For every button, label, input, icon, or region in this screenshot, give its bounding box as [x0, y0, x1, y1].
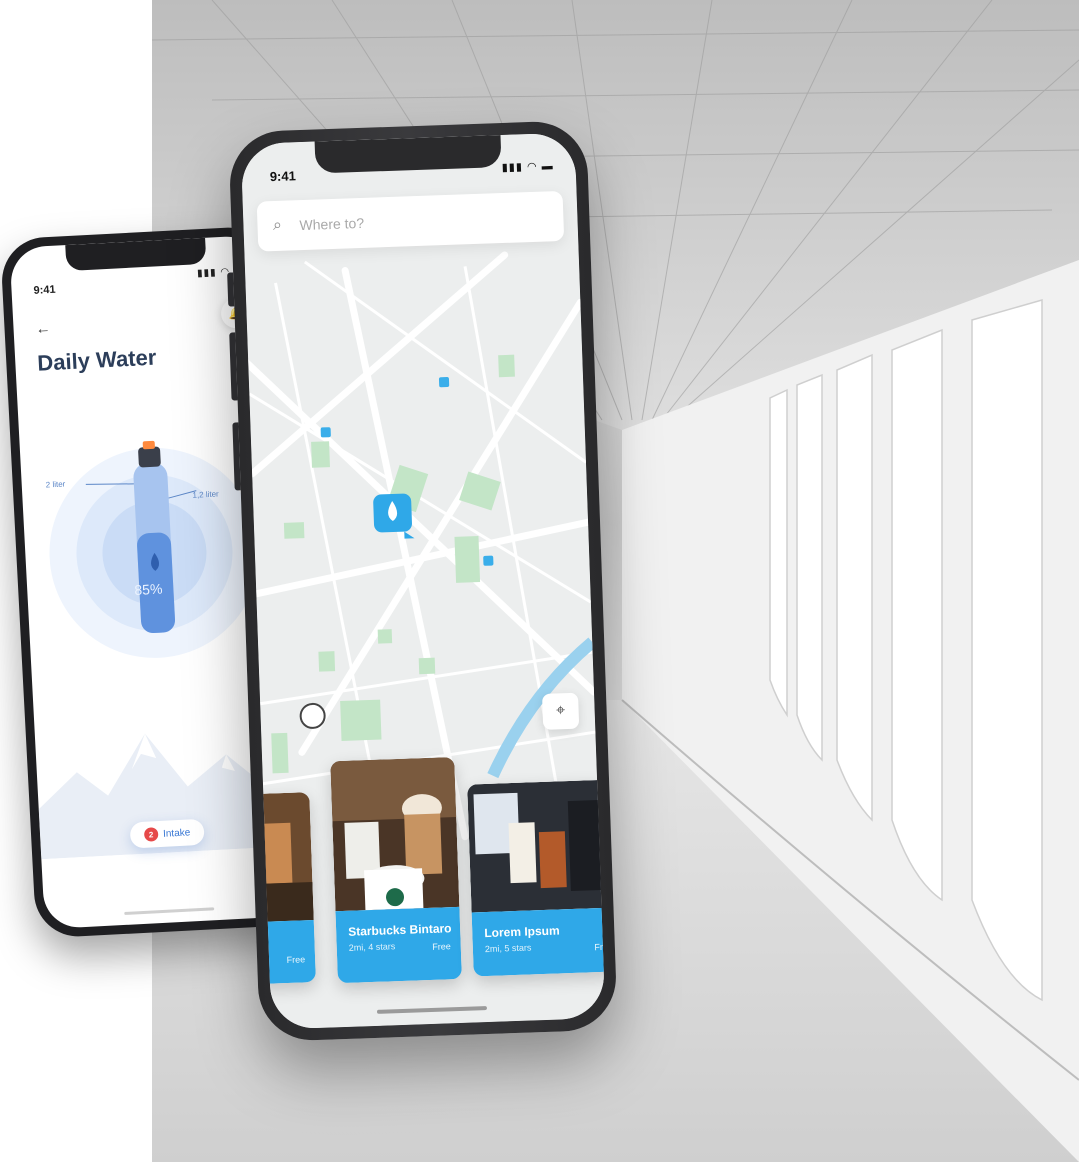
place-details: 2mi, 4 stars: [348, 941, 396, 953]
volume-down-button: [232, 422, 241, 491]
page-title: Daily Water: [36, 344, 157, 376]
place-card[interactable]: Starbucks Bintaro 2mi, 4 stars Free: [330, 757, 462, 984]
place-name: Starbucks Bintaro: [347, 921, 452, 939]
place-card[interactable]: Free: [249, 792, 316, 985]
map-phone: 9:41 ▮▮▮ ◠ ▬ ⌕ Where to? ⌖ Free Starbuck…: [227, 120, 618, 1042]
intake-badge: 2: [143, 827, 159, 842]
phone-notch: [314, 135, 502, 174]
place-card[interactable]: Lorem Ipsum 2mi, 5 stars Fr: [467, 779, 606, 977]
intake-label: Intake: [162, 826, 191, 840]
status-icons: ▮▮▮ ◠ ▬: [501, 160, 554, 174]
target-icon: ⌖: [555, 702, 566, 720]
phone-notch: [65, 237, 207, 272]
place-photo: [467, 779, 606, 913]
bottle-label-right: 1,2 liter: [192, 489, 219, 500]
home-indicator: [124, 907, 215, 915]
place-price: Fr: [594, 941, 604, 953]
locate-button[interactable]: ⌖: [542, 692, 580, 730]
water-percent: 85%: [133, 580, 163, 598]
volume-up-button: [229, 332, 238, 401]
place-details: 2mi, 5 stars: [484, 942, 532, 955]
search-bar[interactable]: ⌕: [256, 190, 565, 252]
map-screen: 9:41 ▮▮▮ ◠ ▬ ⌕ Where to? ⌖ Free Starbuck…: [240, 132, 606, 1030]
place-cards-carousel[interactable]: Free Starbucks Bintaro 2mi, 4 stars Free…: [249, 752, 606, 994]
place-photo: [249, 792, 314, 923]
intake-button[interactable]: 2 Intake: [129, 818, 205, 849]
back-arrow-icon[interactable]: ←: [35, 320, 51, 338]
place-info: Starbucks Bintaro 2mi, 4 stars Free: [335, 906, 462, 984]
user-location-marker: [299, 702, 326, 729]
search-icon: ⌕: [272, 216, 283, 235]
place-info: Free: [253, 920, 316, 985]
search-input[interactable]: [297, 209, 502, 235]
status-time: 9:41: [269, 168, 297, 185]
place-photo: [330, 757, 460, 912]
status-time: 9:41: [33, 283, 56, 297]
place-info: Lorem Ipsum 2mi, 5 stars Fr: [471, 907, 606, 977]
place-name: Lorem Ipsum: [484, 923, 560, 941]
place-price: Free: [432, 941, 451, 952]
mute-switch: [227, 272, 235, 307]
bottle-label-left: 2 liter: [45, 479, 66, 490]
place-price: Free: [286, 954, 306, 965]
